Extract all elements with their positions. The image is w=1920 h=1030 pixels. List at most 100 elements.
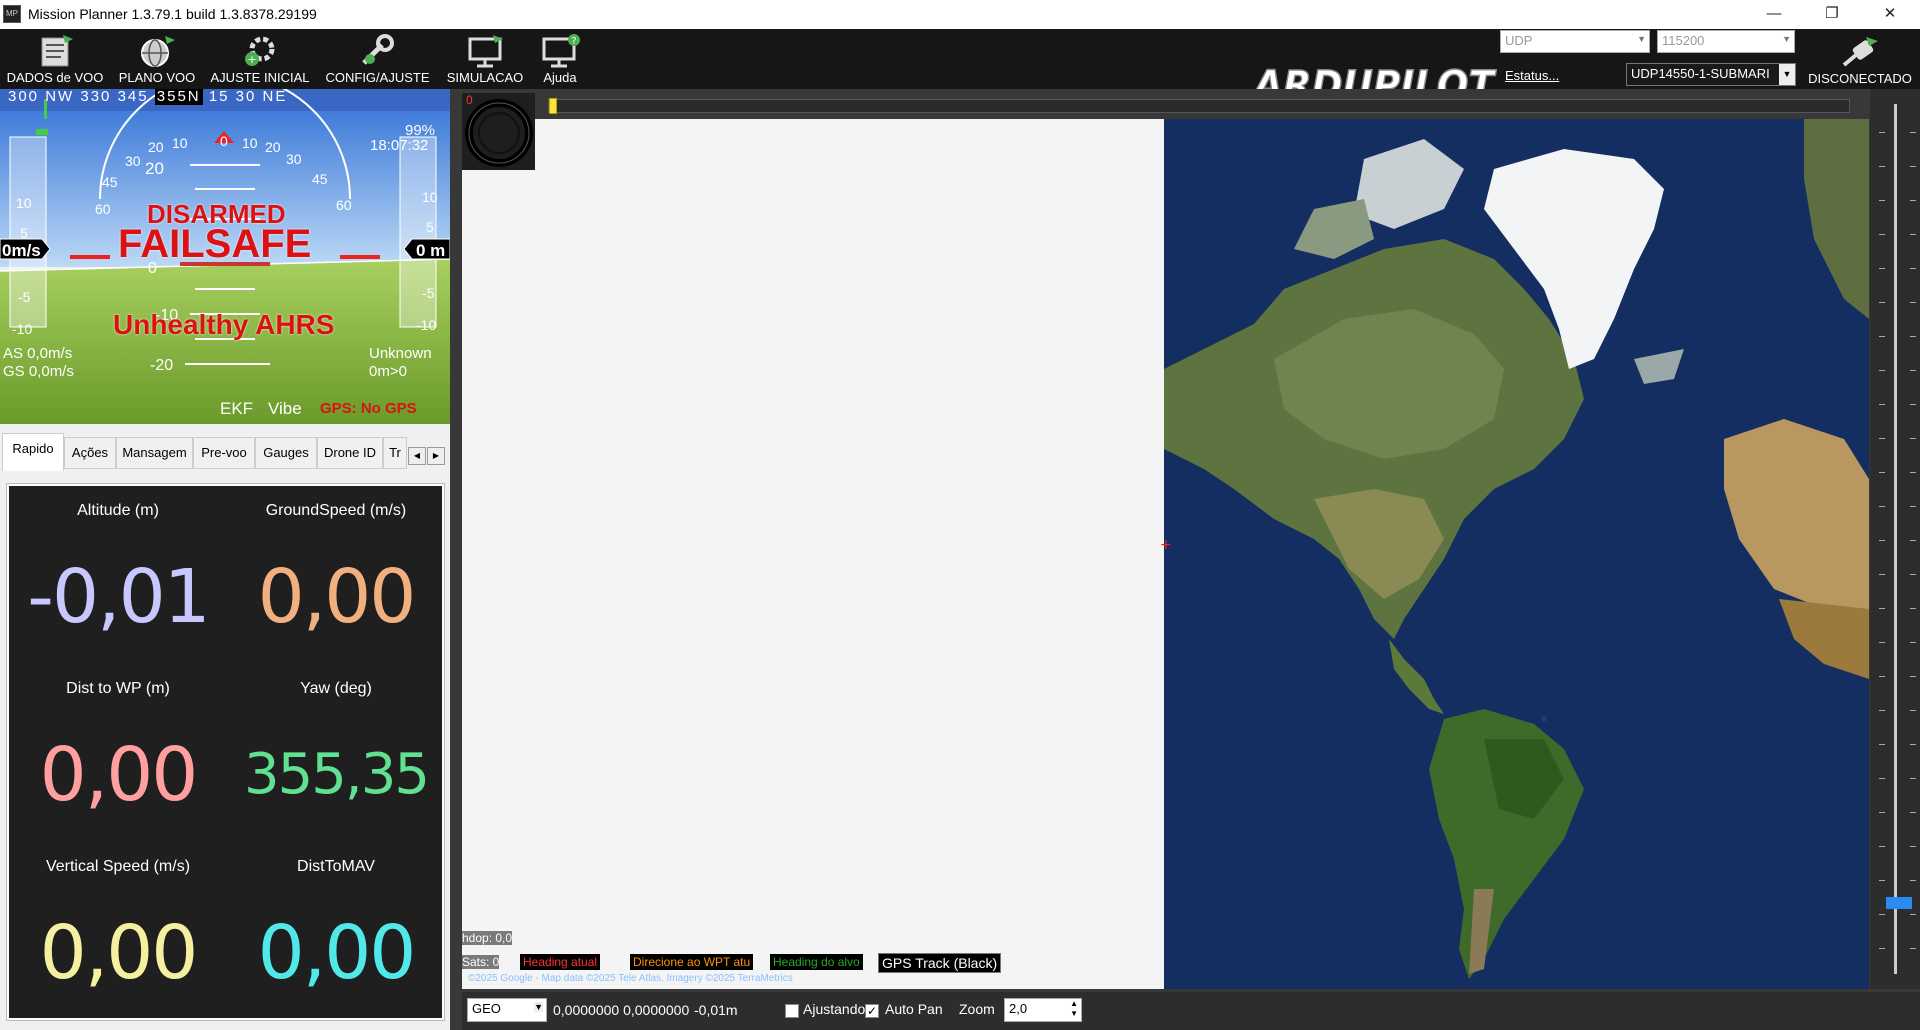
svg-text:?: ? xyxy=(571,36,576,47)
pitch-label: 20 xyxy=(145,159,164,178)
roll-tick: 45 xyxy=(102,174,118,190)
quick-label: DistToMAV xyxy=(297,858,375,875)
help-label: Ajuda xyxy=(543,70,577,85)
ajustando-checkbox[interactable] xyxy=(785,1004,799,1018)
roll-tick: 0 xyxy=(220,133,228,149)
speed-tick: -5 xyxy=(18,289,31,305)
quick-value: 0,00 xyxy=(257,910,417,996)
mode-text: Unknown xyxy=(369,345,432,362)
initial-setup-button[interactable]: + AJUSTE INICIAL xyxy=(204,29,316,89)
title-bar: MP Mission Planner 1.3.79.1 build 1.3.83… xyxy=(0,0,1920,29)
close-button[interactable]: ✕ xyxy=(1861,0,1919,29)
failsafe-text: FAILSAFE xyxy=(118,222,312,266)
compass-label: 0 xyxy=(466,93,473,107)
quick-cell-dist-to-wp[interactable]: Dist to WP (m) 0,00 xyxy=(9,664,227,842)
alt-readout: 0 m xyxy=(416,241,446,260)
roll-tick: 10 xyxy=(242,135,258,151)
legend-gps-track: GPS Track (Black) xyxy=(878,953,1002,973)
wp-dist-text: 0m>0 xyxy=(369,363,407,380)
tab-more[interactable]: Tr xyxy=(383,437,407,469)
legend-heading: Heading atual xyxy=(520,954,601,970)
legend-target-heading: Heading do alvo xyxy=(770,954,863,970)
zoom-stepper[interactable]: 2,0 ▲ ▼ xyxy=(1004,998,1082,1022)
restore-button[interactable]: ❐ xyxy=(1803,0,1861,29)
zoom-slider-thumb[interactable] xyxy=(1886,897,1912,909)
roll-tick: 20 xyxy=(148,139,164,155)
groundspeed-text: GS 0,0m/s xyxy=(3,363,74,380)
flight-data-icon xyxy=(41,35,73,67)
quick-cell-vertical-speed[interactable]: Vertical Speed (m/s) 0,00 xyxy=(9,842,227,1020)
map-center-crosshair-icon: + xyxy=(1160,537,1172,553)
quick-cell-yaw[interactable]: Yaw (deg) 355,35 xyxy=(227,664,445,842)
simulation-button[interactable]: SIMULACAO xyxy=(440,29,530,89)
alt-tick: -10 xyxy=(416,317,437,333)
baud-rate-select[interactable]: 115200 ▼ xyxy=(1657,30,1795,53)
help-icon: ? xyxy=(542,34,580,68)
coordinates-text: 0,0000000 0,0000000 xyxy=(553,1002,690,1018)
quick-cell-groundspeed[interactable]: GroundSpeed (m/s) 0,00 xyxy=(227,486,445,664)
tab-strip: Rapido Ações Mansagem Pre-voo Gauges Dro… xyxy=(0,429,450,471)
config-tuning-button[interactable]: CONFIG/AJUSTE xyxy=(320,29,435,89)
help-button[interactable]: ? Ajuda xyxy=(530,29,590,89)
quick-label: GroundSpeed (m/s) xyxy=(265,502,407,519)
roll-tick: 20 xyxy=(265,139,281,155)
roll-tick: 30 xyxy=(286,151,302,167)
flight-data-button[interactable]: DADOS de VOO xyxy=(0,29,110,89)
zoom-slider[interactable] xyxy=(1870,89,1920,989)
connection-type-value: UDP xyxy=(1505,33,1533,48)
tab-rapido[interactable]: Rapido xyxy=(2,433,64,471)
map-blank-region[interactable] xyxy=(462,119,1164,989)
config-tuning-label: CONFIG/AJUSTE xyxy=(325,70,430,85)
tab-scroll-right-icon[interactable]: ▶ xyxy=(427,447,445,465)
link-select[interactable]: UDP14550-1-SUBMARI ▼ xyxy=(1626,63,1796,86)
compass-widget: 0 xyxy=(462,93,535,170)
speed-tick: 5 xyxy=(20,225,28,241)
tab-acoes[interactable]: Ações xyxy=(64,437,116,469)
zoom-slider-ticks xyxy=(1910,99,1916,979)
connection-type-select[interactable]: UDP ▼ xyxy=(1500,30,1650,53)
coord-system-select[interactable]: GEO ▼ xyxy=(467,998,547,1022)
alt-tick: -5 xyxy=(422,285,435,301)
connect-button[interactable]: DISCONECTADO xyxy=(1800,29,1920,89)
zoom-value: 2,0 xyxy=(1009,1001,1028,1016)
roll-tick: 60 xyxy=(95,201,111,217)
quick-cell-altitude[interactable]: Altitude (m) -0,01 xyxy=(9,486,227,664)
tab-drone-id[interactable]: Drone ID xyxy=(317,437,383,469)
quick-label: Vertical Speed (m/s) xyxy=(45,858,191,875)
track-handle-icon[interactable] xyxy=(549,98,557,114)
flight-plan-label: PLANO VOO xyxy=(118,70,196,85)
top-track-bar[interactable] xyxy=(548,98,1850,114)
clock-time: 18:07:32 xyxy=(370,137,429,154)
airspeed-text: AS 0,0m/s xyxy=(3,345,73,362)
alt-tick: 5 xyxy=(426,219,434,235)
roll-tick: 30 xyxy=(125,153,141,169)
link-value: UDP14550-1-SUBMARI xyxy=(1631,66,1770,81)
quick-value: 0,00 xyxy=(39,910,199,996)
quick-label: Dist to WP (m) xyxy=(66,680,170,697)
tab-pre-voo[interactable]: Pre-voo xyxy=(193,437,255,469)
flight-plan-button[interactable]: PLANO VOO xyxy=(113,29,201,89)
hud-display: 300 NW 330 345 355N 15 30 NE 45 30 20 10… xyxy=(0,89,450,424)
left-panel: 300 NW 330 345 355N 15 30 NE 45 30 20 10… xyxy=(0,89,450,1030)
satellite-map[interactable] xyxy=(1164,119,1869,989)
map-copyright: ©2025 Google - Map data ©2025 Tele Atlas… xyxy=(468,973,793,984)
app-icon: MP xyxy=(3,5,21,23)
ekf-button[interactable]: EKF xyxy=(220,399,253,419)
roll-tick: 10 xyxy=(172,135,188,151)
minimize-button[interactable]: — xyxy=(1745,0,1803,29)
map-status-bar: GEO ▼ 0,0000000 0,0000000 -0,01m Ajustand… xyxy=(462,992,1920,1030)
tab-mensagem[interactable]: Mansagem xyxy=(116,437,193,469)
speed-tick: 10 xyxy=(16,195,32,211)
chevron-down-icon: ▼ xyxy=(534,1002,543,1012)
status-link[interactable]: Estatus... xyxy=(1505,68,1559,83)
stepper-arrows-icon[interactable]: ▲ ▼ xyxy=(1070,999,1078,1019)
autopan-checkbox[interactable]: ✓ xyxy=(865,1004,879,1018)
hdop-text: hdop: 0,0 xyxy=(462,931,513,945)
simulation-label: SIMULACAO xyxy=(446,70,524,85)
tab-scroll-left-icon[interactable]: ◀ xyxy=(408,447,426,465)
quick-cell-dist-to-mav[interactable]: DistToMAV 0,00 xyxy=(227,842,445,1020)
baud-rate-value: 115200 xyxy=(1662,33,1705,48)
vibe-button[interactable]: Vibe xyxy=(268,399,302,419)
zoom-label: Zoom xyxy=(959,1001,995,1017)
tab-gauges[interactable]: Gauges xyxy=(255,437,317,469)
